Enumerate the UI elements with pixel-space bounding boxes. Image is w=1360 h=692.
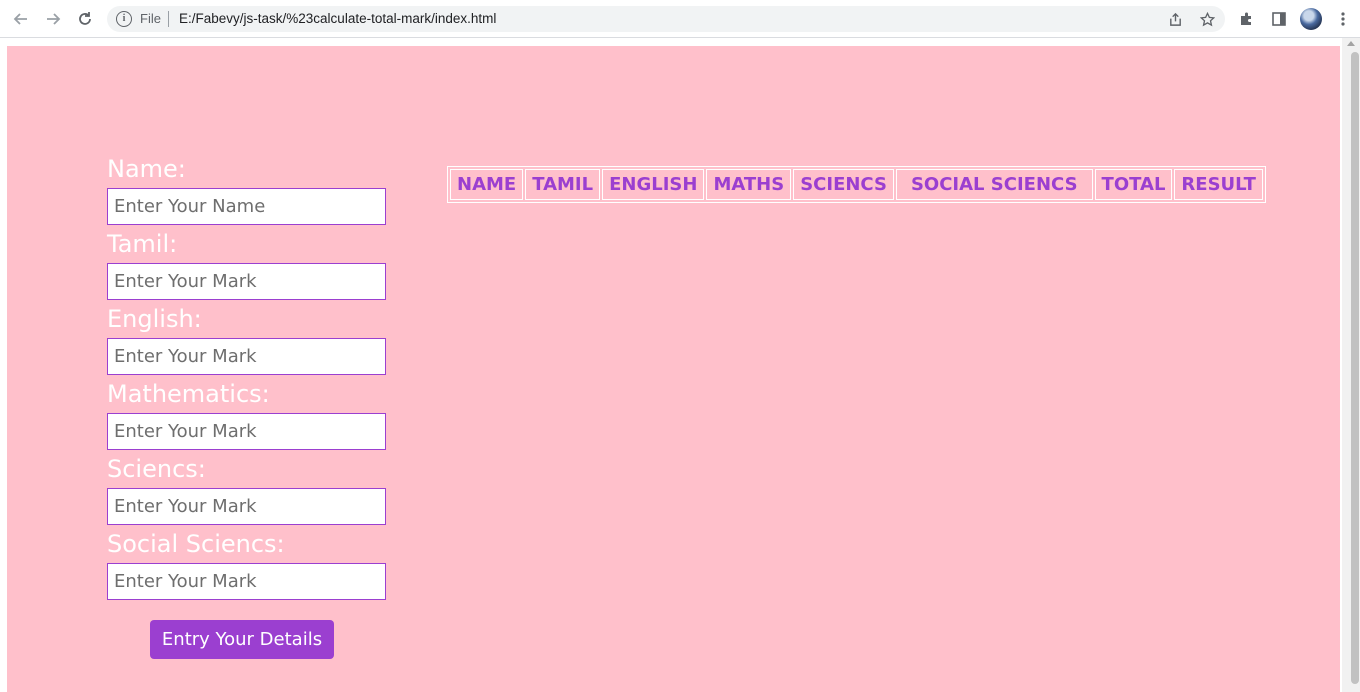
scrollbar-thumb[interactable] [1351, 52, 1359, 684]
header-maths: MATHS [706, 169, 792, 200]
entry-details-button[interactable]: Entry Your Details [150, 620, 334, 659]
header-social-sciencs: SOCIAL SCIENCS [895, 169, 1093, 200]
english-label: English: [107, 305, 202, 333]
side-panel-icon[interactable] [1268, 8, 1290, 30]
header-english: ENGLISH [602, 169, 705, 200]
english-mark-input[interactable] [107, 338, 386, 375]
social-sciencs-label: Social Sciencs: [107, 530, 285, 558]
url-text[interactable]: E:/Fabevy/js-task/%23calculate-total-mar… [179, 11, 496, 26]
back-arrow-icon[interactable] [9, 7, 33, 31]
table-header-row: NAME TAMIL ENGLISH MATHS SCIENCS SOCIAL … [450, 169, 1263, 200]
page-viewport: Name: Tamil: English: Mathematics: Scien… [0, 38, 1342, 692]
header-tamil: TAMIL [525, 169, 601, 200]
mark-entry-form: Name: Tamil: English: Mathematics: Scien… [107, 150, 387, 600]
reload-icon[interactable] [73, 7, 97, 31]
address-bar[interactable]: i File E:/Fabevy/js-task/%23calculate-to… [107, 6, 1225, 32]
sciencs-label: Sciencs: [107, 455, 206, 483]
profile-avatar[interactable] [1300, 8, 1322, 30]
tamil-label: Tamil: [107, 230, 178, 258]
bookmark-star-icon[interactable] [1197, 9, 1217, 29]
browser-toolbar: i File E:/Fabevy/js-task/%23calculate-to… [0, 0, 1360, 38]
extensions-puzzle-icon[interactable] [1236, 8, 1258, 30]
header-total: TOTAL [1094, 169, 1173, 200]
menu-kebab-icon[interactable] [1332, 8, 1354, 30]
mathematics-label: Mathematics: [107, 380, 270, 408]
header-name: NAME [450, 169, 524, 200]
social-sciencs-mark-input[interactable] [107, 563, 386, 600]
share-icon[interactable] [1165, 9, 1185, 29]
name-input[interactable] [107, 188, 386, 225]
name-label: Name: [107, 155, 186, 183]
sciencs-mark-input[interactable] [107, 488, 386, 525]
forward-arrow-icon[interactable] [41, 7, 65, 31]
header-sciencs: SCIENCS [793, 169, 894, 200]
header-result: RESULT [1174, 169, 1263, 200]
tamil-mark-input[interactable] [107, 263, 386, 300]
mathematics-mark-input[interactable] [107, 413, 386, 450]
page-container: Name: Tamil: English: Mathematics: Scien… [7, 46, 1340, 692]
results-table: NAME TAMIL ENGLISH MATHS SCIENCS SOCIAL … [447, 166, 1266, 203]
scheme-label: File [140, 11, 161, 26]
divider [168, 11, 169, 27]
site-info-icon[interactable]: i [116, 11, 132, 27]
scroll-up-arrow-icon[interactable] [1347, 41, 1355, 46]
